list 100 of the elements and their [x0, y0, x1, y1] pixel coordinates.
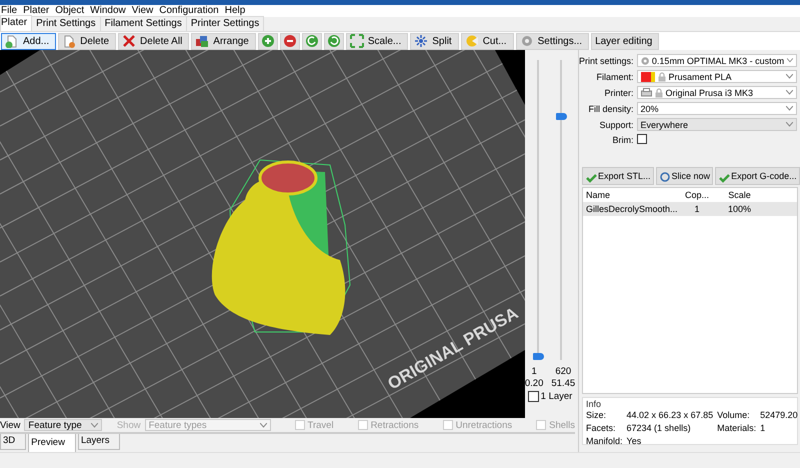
- slider-thumb[interactable]: [533, 353, 544, 360]
- tab[interactable]: Printer Settings: [186, 16, 264, 31]
- setting-label: Print settings:: [579, 56, 634, 66]
- caret-icon: [786, 74, 793, 79]
- layer-value: 0.20: [524, 378, 544, 390]
- column-header[interactable]: Name: [583, 190, 678, 200]
- plus-button[interactable]: [258, 32, 278, 50]
- split-icon: [414, 34, 428, 48]
- lock-icon: [658, 72, 666, 82]
- setting-label: Support:: [598, 120, 634, 130]
- color-swatch-icon: [640, 72, 655, 82]
- settings-icon: [640, 56, 649, 66]
- plus-icon: [260, 34, 275, 48]
- checkbox[interactable]: [528, 391, 539, 402]
- caret-icon: [787, 58, 793, 63]
- value-text: 20%: [640, 104, 660, 114]
- info-value: 1: [760, 423, 766, 433]
- rotate-left-icon: [304, 34, 319, 48]
- combo-label: Show: [116, 420, 141, 430]
- setting-label: Filament:: [596, 72, 634, 82]
- action-button[interactable]: Slice now: [656, 167, 714, 185]
- layer-value: 51.45: [551, 378, 576, 390]
- preset-dropdown[interactable]: 0.15mm OPTIMAL MK3 - custom: [636, 54, 797, 67]
- toolbar-button[interactable]: Delete All: [118, 32, 190, 50]
- rotate-right-button[interactable]: [324, 32, 344, 50]
- rotate-right-icon: [326, 34, 341, 48]
- value-text: Original Prusa i3 MK3: [666, 88, 754, 98]
- action-button[interactable]: Export G-code...: [715, 167, 800, 185]
- preset-dropdown[interactable]: Original Prusa i3 MK3: [636, 86, 797, 99]
- info-value: Yes: [626, 436, 642, 446]
- printer-icon: [640, 88, 652, 97]
- checkbox[interactable]: [636, 134, 647, 144]
- menu-item[interactable]: Window: [89, 5, 131, 17]
- lock-icon: [654, 88, 663, 98]
- cross-icon: [122, 34, 136, 48]
- setting-label: Printer:: [604, 88, 634, 98]
- layer-value: 1: [530, 366, 538, 378]
- table-cell-text: 100%: [726, 204, 752, 214]
- caret-icon: [260, 422, 267, 428]
- checkbox-label: Retractions: [370, 420, 419, 430]
- rotate-left-button[interactable]: [302, 32, 322, 50]
- caret-icon: [786, 122, 793, 127]
- toolbar-button[interactable]: Cut...: [460, 32, 514, 50]
- menu-item[interactable]: Configuration: [158, 5, 224, 17]
- file-delete-icon: [62, 34, 76, 48]
- checkbox-label: Travel: [308, 420, 334, 430]
- menu-item[interactable]: Plater: [22, 5, 54, 17]
- setting-label: Brim:: [612, 135, 634, 145]
- toolbar-button[interactable]: Settings...: [516, 32, 590, 50]
- toolbar-button[interactable]: Split: [410, 32, 459, 50]
- minus-button[interactable]: [280, 32, 300, 50]
- menu-item[interactable]: View: [130, 5, 158, 17]
- value-text: Prusament PLA: [668, 72, 733, 82]
- info-label: Facets:: [586, 423, 617, 433]
- view-tab[interactable]: Preview: [28, 434, 76, 453]
- slider-thumb[interactable]: [556, 112, 567, 120]
- menu-item[interactable]: Help: [224, 5, 250, 17]
- info-label: Manifold:: [586, 436, 623, 446]
- layer-value: 620: [554, 366, 572, 378]
- checkbox-label: Unretractions: [456, 420, 512, 430]
- table-cell-text: GillesDecrolySmooth...: [585, 204, 678, 214]
- info-value: 52479.20: [760, 410, 798, 420]
- setting-label: Fill density:: [588, 104, 634, 114]
- caret-icon: [91, 422, 98, 428]
- object-row[interactable]: GillesDecrolySmooth... 1 100%: [583, 202, 797, 216]
- tab[interactable]: Plater: [0, 15, 32, 31]
- preset-dropdown[interactable]: Prusament PLA: [636, 70, 797, 83]
- tab[interactable]: Filament Settings: [100, 16, 187, 31]
- caret-icon: [786, 90, 793, 95]
- toolbar-button[interactable]: Scale...: [346, 32, 408, 50]
- info-label: Volume:: [717, 410, 751, 420]
- combo-label: View: [0, 420, 20, 430]
- dropdown[interactable]: Feature type: [24, 419, 102, 431]
- info-value: 67234 (1 shells): [626, 423, 692, 433]
- toolbar-button[interactable]: Add...: [1, 32, 56, 50]
- toolbar-button[interactable]: Layer editing: [591, 32, 660, 50]
- view-tab[interactable]: 3D: [0, 434, 26, 450]
- tab[interactable]: Print Settings: [31, 16, 101, 31]
- dropdown[interactable]: Everywhere: [636, 118, 797, 131]
- toolbar-button[interactable]: Arrange: [191, 32, 256, 50]
- minus-icon: [282, 34, 297, 48]
- value-text: 0.15mm OPTIMAL MK3 - custom: [652, 56, 784, 66]
- value-text: Everywhere: [640, 120, 690, 130]
- input-field[interactable]: 20%: [636, 102, 797, 115]
- toolbar-button[interactable]: Delete: [58, 32, 116, 50]
- info-label: Materials:: [717, 423, 756, 433]
- info-label: Size:: [586, 410, 608, 420]
- action-button[interactable]: Export STL...: [582, 167, 654, 185]
- file-add-icon: [5, 34, 19, 48]
- menu-item[interactable]: File: [0, 5, 22, 17]
- menu-item[interactable]: Object: [54, 5, 90, 17]
- column-header[interactable]: Scale: [713, 190, 763, 200]
- checkbox-label: Shells: [549, 420, 575, 430]
- column-header[interactable]: Cop...: [678, 190, 713, 200]
- view-tab[interactable]: Layers: [78, 434, 120, 450]
- scale-icon: [350, 34, 364, 48]
- table-cell-text: 1: [693, 204, 700, 214]
- cubes-icon: [195, 34, 210, 48]
- settings-icon: [520, 34, 534, 48]
- info-value: 44.02 x 66.23 x 67.85: [626, 410, 714, 420]
